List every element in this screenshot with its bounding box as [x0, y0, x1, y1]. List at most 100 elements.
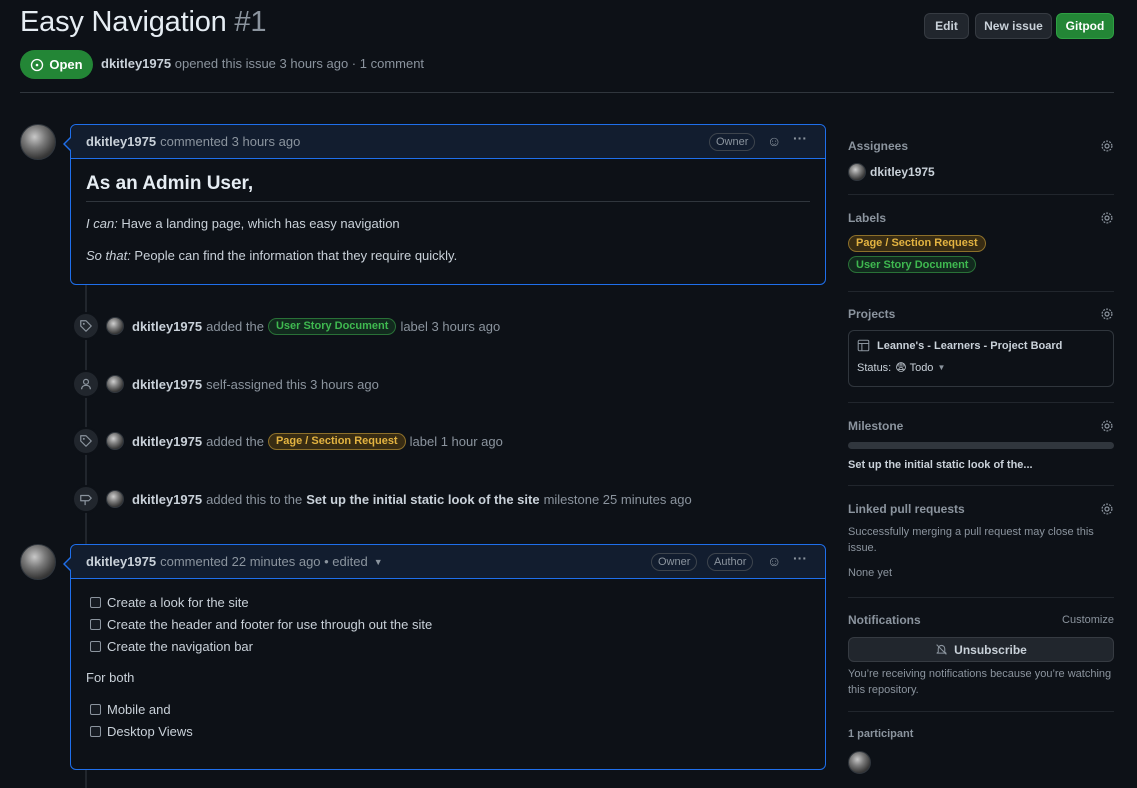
task-text: Create a look for the site — [107, 594, 249, 610]
event-pre: added this to the — [206, 491, 303, 507]
issue-title-text: Easy Navigation — [20, 6, 227, 38]
comment-line-so-that: So that: People can find the information… — [86, 248, 810, 263]
label-user-story[interactable]: User Story Document — [267, 317, 397, 335]
status-badge: Open — [20, 50, 93, 79]
event-post: milestone 25 minutes ago — [543, 491, 692, 507]
issue-meta: dkitley1975 opened this issue 3 hours ag… — [101, 56, 424, 71]
unsubscribe-button[interactable]: Unsubscribe — [848, 637, 1114, 662]
gear-icon[interactable] — [1100, 139, 1114, 156]
labels-title: Labels — [848, 211, 887, 225]
task-checkbox[interactable] — [90, 703, 101, 715]
milestone-progress-bar — [848, 442, 1114, 449]
author-badge: Author — [707, 553, 754, 571]
assignee-item[interactable]: dkitley1975 — [848, 163, 1114, 181]
event-text: dkitley1975 added this to the Set up the… — [106, 490, 692, 508]
comment-heading: As an Admin User, — [86, 173, 810, 202]
tag-icon — [80, 320, 92, 332]
event-pre: self-assigned this 3 hours ago — [206, 376, 379, 392]
issue-meta-text: opened this issue 3 hours ago · 1 commen… — [174, 56, 425, 71]
label-user-story[interactable]: User Story Document — [848, 256, 977, 273]
milestone-link[interactable]: Set up the initial static look of the si… — [306, 492, 539, 507]
notifications-text: You’re receiving notifications because y… — [848, 668, 1112, 696]
gear-icon[interactable] — [1100, 502, 1114, 519]
edit-history-chevron-icon[interactable]: ▼ — [374, 557, 383, 567]
issue-author-link[interactable]: dkitley1975 — [101, 56, 171, 71]
new-issue-button[interactable]: New issue — [975, 13, 1052, 39]
gear-icon[interactable] — [1100, 211, 1114, 228]
comment-card: dkitley1975 commented 22 minutes ago • e… — [63, 544, 826, 770]
task-checkbox[interactable] — [90, 596, 101, 608]
milestone-icon — [80, 494, 92, 506]
comment-timestamp[interactable]: commented 3 hours ago — [160, 134, 300, 149]
comment-author-link[interactable]: dkitley1975 — [86, 554, 156, 569]
paragraph: For both — [86, 670, 135, 685]
event-user-link[interactable]: dkitley1975 — [132, 319, 202, 334]
avatar[interactable] — [848, 751, 871, 774]
avatar[interactable] — [20, 124, 56, 160]
task-text: Create the navigation bar — [107, 638, 253, 654]
task-item: Create a look for the site — [86, 591, 810, 613]
task-checkbox[interactable] — [90, 640, 101, 652]
project-status-value: 😨 Todo — [895, 362, 934, 374]
event-user-link[interactable]: dkitley1975 — [132, 377, 202, 392]
projects-section: Projects Leanne's - Learners - Project B… — [848, 307, 1114, 387]
edit-button[interactable]: Edit — [924, 13, 969, 39]
comment-body: Create a look for the site Create the he… — [71, 579, 825, 756]
comment-header: dkitley1975 commented 22 minutes ago • e… — [71, 545, 825, 579]
comment-card: dkitley1975 commented 3 hours ago Owner … — [63, 124, 826, 285]
gear-icon[interactable] — [1100, 307, 1114, 324]
smiley-icon[interactable]: ☺ — [767, 133, 781, 149]
sidebar-divider — [848, 194, 1114, 195]
smiley-icon[interactable]: ☺ — [767, 553, 781, 569]
avatar[interactable] — [106, 432, 124, 450]
project-status[interactable]: Status: 😨 Todo ▼ — [857, 361, 1105, 375]
comment-author-link[interactable]: dkitley1975 — [86, 134, 156, 149]
sidebar-divider — [848, 711, 1114, 712]
event-pre: added the — [206, 433, 264, 449]
chevron-down-icon: ▼ — [937, 363, 946, 372]
gitpod-button[interactable]: Gitpod — [1056, 13, 1114, 39]
event-user-link[interactable]: dkitley1975 — [132, 492, 202, 507]
task-text: Desktop Views — [107, 723, 193, 739]
linked-prs-text: Successfully merging a pull request may … — [848, 526, 1094, 554]
event-text: dkitley1975 added the Page / Section Req… — [106, 432, 503, 450]
issue-open-icon — [31, 58, 44, 71]
timeline-event: dkitley1975 self-assigned this 3 hours a… — [72, 370, 379, 398]
project-name[interactable]: Leanne's - Learners - Project Board — [877, 340, 1062, 352]
header-divider — [20, 92, 1114, 93]
avatar[interactable] — [106, 490, 124, 508]
avatar[interactable] — [20, 544, 56, 580]
comment-header: dkitley1975 commented 3 hours ago Owner … — [71, 125, 825, 159]
assignee-name: dkitley1975 — [870, 165, 935, 179]
label-page-section[interactable]: Page / Section Request — [267, 432, 406, 450]
avatar[interactable] — [106, 317, 124, 335]
task-checkbox[interactable] — [90, 725, 101, 737]
milestone-link[interactable]: Set up the initial static look of the... — [848, 459, 1114, 471]
task-item: Create the header and footer for use thr… — [86, 613, 810, 635]
milestone-section: Milestone Set up the initial static look… — [848, 419, 1114, 471]
task-text: Create the header and footer for use thr… — [107, 616, 433, 632]
avatar[interactable] — [106, 375, 124, 393]
kebab-menu-icon[interactable]: ··· — [793, 130, 807, 146]
event-post: label 3 hours ago — [400, 318, 501, 334]
gear-icon[interactable] — [1100, 419, 1114, 436]
owner-badge: Owner — [709, 133, 756, 151]
label-page-section[interactable]: Page / Section Request — [848, 234, 986, 252]
timeline-event: dkitley1975 added the Page / Section Req… — [72, 427, 503, 455]
project-card[interactable]: Leanne's - Learners - Project Board Stat… — [848, 330, 1114, 387]
kebab-menu-icon[interactable]: ··· — [793, 550, 807, 566]
sidebar-divider — [848, 485, 1114, 486]
linked-prs-section: Linked pull requests Successfully mergin… — [848, 502, 1114, 581]
comment-timestamp[interactable]: commented 22 minutes ago • edited — [160, 554, 368, 569]
task-item: Desktop Views — [86, 720, 810, 742]
owner-badge: Owner — [651, 553, 698, 571]
task-checkbox[interactable] — [90, 618, 101, 630]
event-user-link[interactable]: dkitley1975 — [132, 434, 202, 449]
labels-section: Labels Page / Section Request User Story… — [848, 211, 1114, 273]
status-text: Open — [49, 57, 83, 72]
customize-link[interactable]: Customize — [1062, 614, 1114, 626]
table-icon — [857, 339, 870, 352]
event-pre: added the — [206, 318, 264, 334]
can-text: Have a landing page, which has easy navi… — [117, 216, 400, 231]
avatar — [848, 163, 866, 181]
